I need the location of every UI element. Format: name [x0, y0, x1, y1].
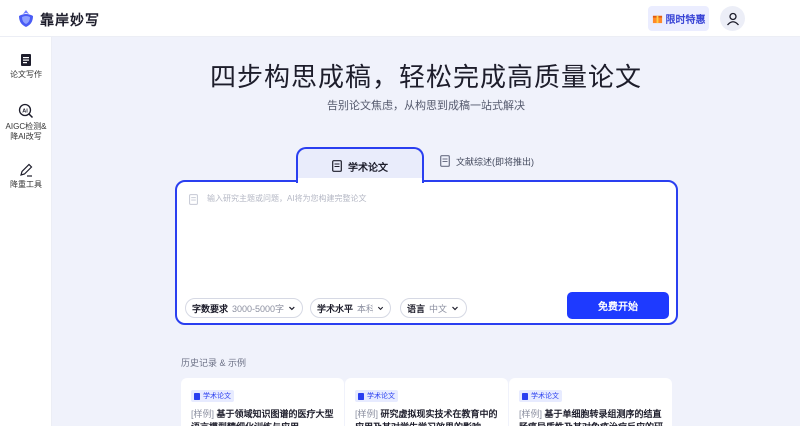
tab-label: 文献综述(即将推出) [456, 156, 534, 167]
start-free-button[interactable]: 免费开始 [567, 292, 669, 319]
language-label: 语言 [407, 303, 426, 314]
history-title: 历史记录 & 示例 [181, 358, 247, 368]
brand-logo-icon[interactable] [16, 8, 36, 28]
card-title: [样例] 基于单细胞转录组测序的结直肠癌异质性及其对免疫治疗反应的研究 [519, 408, 667, 426]
promo-label: 限时特惠 [665, 15, 706, 26]
language-select[interactable]: 语言 中文 [400, 298, 467, 318]
top-bar: 靠岸妙写 限时特惠 [0, 0, 800, 37]
card-tag-label: 学术论文 [367, 393, 395, 400]
svg-text:AI: AI [22, 108, 28, 114]
sidebar-item-aigc-check[interactable]: AI AIGC检测& 降AI改写 [0, 103, 52, 142]
card-example-prefix: [样例] [519, 409, 543, 419]
word-count-select[interactable]: 字数要求 3000-5000字 [185, 298, 303, 318]
sidebar-item-paper-writing[interactable]: 论文写作 [0, 53, 52, 80]
card-title: [样例] 基于领域知识图谱的医疗大型语言模型精细化训练与应用 [191, 408, 339, 426]
sidebar: 论文写作 AI AIGC检测& 降AI改写 降重工具 [0, 37, 52, 426]
card-tag-label: 学术论文 [203, 393, 231, 400]
document-icon [522, 392, 528, 400]
brand-name[interactable]: 靠岸妙写 [40, 10, 100, 30]
card-tag-label: 学术论文 [531, 393, 559, 400]
chevron-down-icon [452, 306, 458, 311]
card-tag: 学术论文 [355, 390, 398, 402]
promo-button[interactable]: 限时特惠 [648, 6, 709, 31]
card-example-prefix: [样例] [355, 409, 379, 419]
topic-input[interactable]: 输入研究主题或问题，AI将为您构建完整论文 [207, 193, 367, 204]
sidebar-item-dedup-tool[interactable]: 降重工具 [0, 163, 52, 190]
tab-connector [298, 178, 422, 184]
pen-icon [20, 163, 33, 177]
user-avatar-button[interactable] [720, 6, 745, 31]
academic-level-label: 学术水平 [317, 303, 354, 314]
topic-editor: 输入研究主题或问题，AI将为您构建完整论文 字数要求 3000-5000字 学术… [175, 180, 678, 325]
card-tag: 学术论文 [191, 390, 234, 402]
history-card[interactable]: 学术论文 [样例] 研究虚拟现实技术在教育中的应用及其对学生学习效果的影响 [345, 378, 508, 426]
language-value: 中文 [429, 303, 448, 314]
page-title: 四步构思成稿，轻松完成高质量论文 [209, 62, 642, 92]
word-count-value: 3000-5000字 [232, 303, 285, 314]
tab-label: 学术论文 [348, 162, 388, 174]
page-subtitle: 告别论文焦虑，从构思到成稿一站式解决 [327, 100, 525, 112]
sidebar-item-label: AIGC检测& 降AI改写 [5, 122, 47, 141]
card-title: [样例] 研究虚拟现实技术在教育中的应用及其对学生学习效果的影响 [355, 408, 503, 426]
history-card[interactable]: 学术论文 [样例] 基于单细胞转录组测序的结直肠癌异质性及其对免疫治疗反应的研究 [509, 378, 672, 426]
word-count-label: 字数要求 [192, 303, 229, 314]
tab-literature-review[interactable]: 文献综述(即将推出) [440, 152, 560, 170]
user-icon [726, 12, 739, 25]
chevron-down-icon [377, 306, 384, 311]
sidebar-item-label: 论文写作 [10, 70, 42, 79]
document-icon [440, 155, 450, 167]
document-icon [358, 392, 364, 400]
ai-check-icon: AI [18, 103, 34, 119]
history-card[interactable]: 学术论文 [样例] 基于领域知识图谱的医疗大型语言模型精细化训练与应用 [181, 378, 344, 426]
card-example-prefix: [样例] [191, 409, 215, 419]
academic-level-select[interactable]: 学术水平 本科 [310, 298, 391, 318]
academic-level-value: 本科 [357, 303, 373, 314]
gift-icon [652, 15, 662, 24]
document-icon [21, 54, 31, 66]
card-tag: 学术论文 [519, 390, 562, 402]
document-icon [194, 392, 200, 400]
chevron-down-icon [289, 306, 295, 311]
document-icon [332, 160, 342, 172]
sidebar-item-label: 降重工具 [10, 180, 42, 189]
document-icon [189, 194, 198, 205]
